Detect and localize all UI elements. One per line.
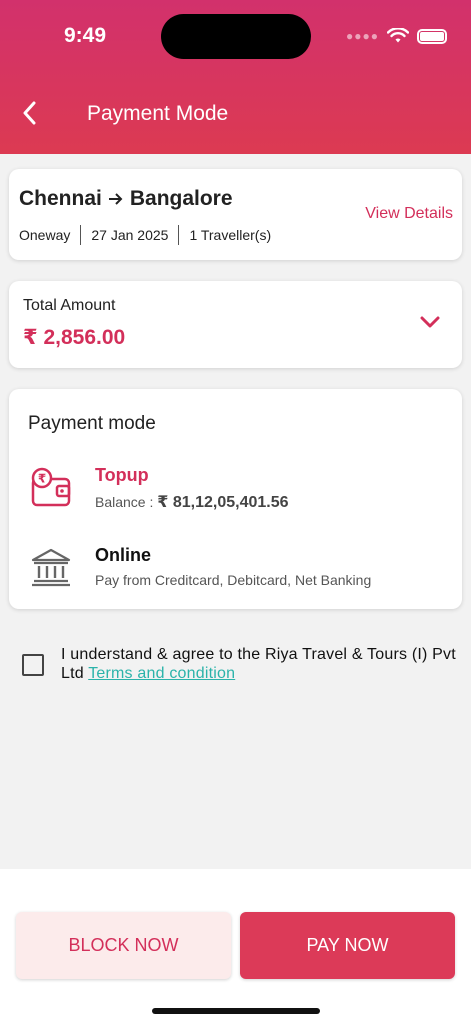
divider [178,225,180,245]
dynamic-island [161,14,311,59]
trip-type: Oneway [19,227,71,243]
balance-label: Balance : [95,494,154,510]
payment-option-topup[interactable]: ₹ Topup Balance : ₹ 81,12,05,401.56 [29,465,289,512]
trip-date: 27 Jan 2025 [91,227,169,243]
wifi-icon [387,28,409,43]
app-header: 9:49 ●●●● Payment Mode [0,0,471,154]
online-description: Pay from Creditcard, Debitcard, Net Bank… [95,572,372,588]
destination-city: Bangalore [129,187,233,210]
back-button[interactable] [14,96,44,130]
terms-link[interactable]: Terms and condition [88,665,235,682]
total-amount-card[interactable]: Total Amount ₹ 2,856.00 [9,281,462,368]
payment-mode-card: Payment mode ₹ Topup Balance : ₹ 81,12,0… [9,389,462,609]
balance-value: ₹ 81,12,05,401.56 [157,494,289,511]
wallet-icon: ₹ [31,467,71,507]
total-amount-value: ₹ 2,856.00 [23,326,126,349]
online-label: Online [95,545,152,565]
chevron-left-icon [23,101,36,125]
svg-text:₹: ₹ [38,472,46,486]
status-icons: ●●●● [346,28,447,44]
payment-mode-title: Payment mode [28,413,156,434]
payment-option-online[interactable]: Online Pay from Creditcard, Debitcard, N… [29,545,371,589]
signal-icon: ●●●● [346,29,379,43]
agreement-text: I understand & agree to the Riya Travel … [61,645,462,683]
view-details-link[interactable]: View Details [365,205,453,223]
terms-checkbox[interactable] [22,654,44,676]
terms-agreement: I understand & agree to the Riya Travel … [22,645,462,683]
pay-now-button[interactable]: PAY NOW [240,912,455,979]
page-title: Payment Mode [87,102,229,125]
traveller-count: 1 Traveller(s) [189,227,272,243]
bank-icon [31,548,71,587]
trip-summary-card: Chennai Bangalore Oneway 27 Jan 2025 1 T… [9,169,462,260]
status-time: 9:49 [64,24,107,47]
topup-label: Topup [95,465,149,485]
divider [80,225,82,245]
block-now-button[interactable]: BLOCK NOW [16,912,231,979]
home-indicator[interactable] [152,1008,320,1014]
route: Chennai Bangalore [19,187,233,211]
battery-icon [417,28,447,44]
trip-meta: Oneway 27 Jan 2025 1 Traveller(s) [19,225,271,245]
origin-city: Chennai [19,187,102,210]
topup-balance: Balance : ₹ 81,12,05,401.56 [95,492,289,512]
action-footer: BLOCK NOW PAY NOW [0,869,471,1024]
chevron-down-icon[interactable] [420,315,440,329]
total-amount-label: Total Amount [23,297,116,314]
arrow-right-icon [108,193,123,205]
